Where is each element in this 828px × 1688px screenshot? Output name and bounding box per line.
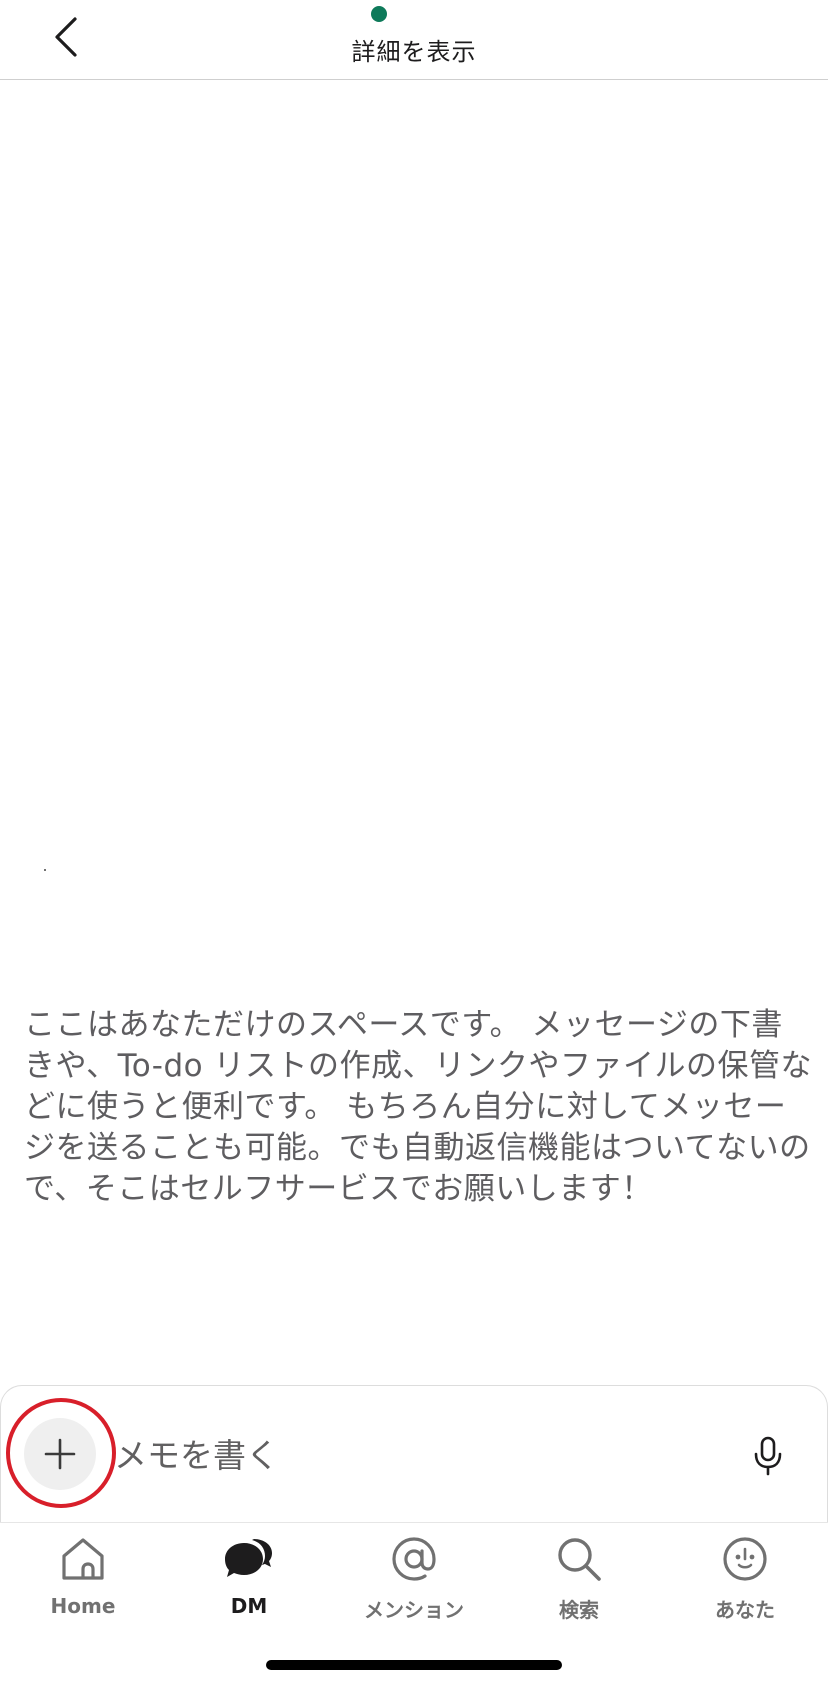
stray-dot	[44, 869, 46, 871]
home-icon	[58, 1534, 108, 1584]
tab-you-label: あなた	[715, 1598, 775, 1622]
header-bar: 詳細を表示	[0, 0, 828, 80]
self-dm-intro-message: ここはあなただけのスペースです。 メッセージの下書きや、To-do リストの作成…	[24, 1007, 812, 1207]
add-attachment-button[interactable]	[24, 1418, 96, 1490]
tab-dm[interactable]: DM	[179, 1534, 319, 1634]
memo-input[interactable]	[114, 1428, 674, 1482]
voice-input-button[interactable]	[748, 1432, 788, 1480]
tab-search-label: 検索	[559, 1598, 599, 1622]
tab-mentions[interactable]: メンション	[344, 1534, 484, 1634]
microphone-icon	[754, 1436, 782, 1476]
plus-icon	[44, 1438, 76, 1470]
dm-icon	[224, 1534, 274, 1584]
search-icon	[554, 1534, 604, 1584]
tab-home-label: Home	[50, 1594, 116, 1618]
mention-icon	[389, 1534, 439, 1584]
tab-mentions-label: メンション	[364, 1598, 464, 1622]
home-indicator[interactable]	[266, 1660, 562, 1670]
tab-you[interactable]: あなた	[675, 1534, 815, 1634]
profile-icon	[720, 1534, 770, 1584]
tab-search[interactable]: 検索	[509, 1534, 649, 1634]
tab-home[interactable]: Home	[13, 1534, 153, 1634]
presence-status-dot	[371, 6, 387, 22]
tab-dm-label: DM	[230, 1594, 268, 1618]
view-details-link[interactable]: 詳細を表示	[0, 32, 828, 67]
